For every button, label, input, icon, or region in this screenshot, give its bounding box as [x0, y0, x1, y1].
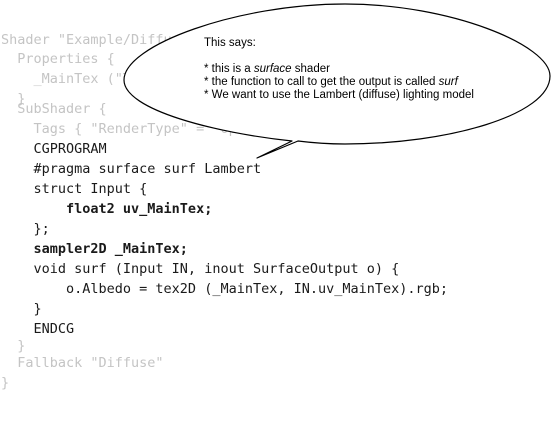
callout-point-2-emphasis: surf: [438, 76, 458, 88]
callout-point-2-text: * the function to call to get the output…: [204, 76, 439, 88]
callout-point-1-suffix: shader: [291, 63, 330, 75]
callout-point-1-emphasis: surface: [253, 63, 292, 75]
callout-point-1-text: * this is a: [204, 63, 254, 75]
callout-intro: This says:: [204, 37, 256, 49]
callout-point-lighting: * We want to use the Lambert (diffuse) l…: [204, 89, 474, 101]
callout-point-surface: * this is a surface shader: [204, 63, 504, 76]
callout-point-function: * the function to call to get the output…: [204, 76, 504, 89]
callout-text: This says: * this is a surface shader * …: [204, 37, 504, 102]
